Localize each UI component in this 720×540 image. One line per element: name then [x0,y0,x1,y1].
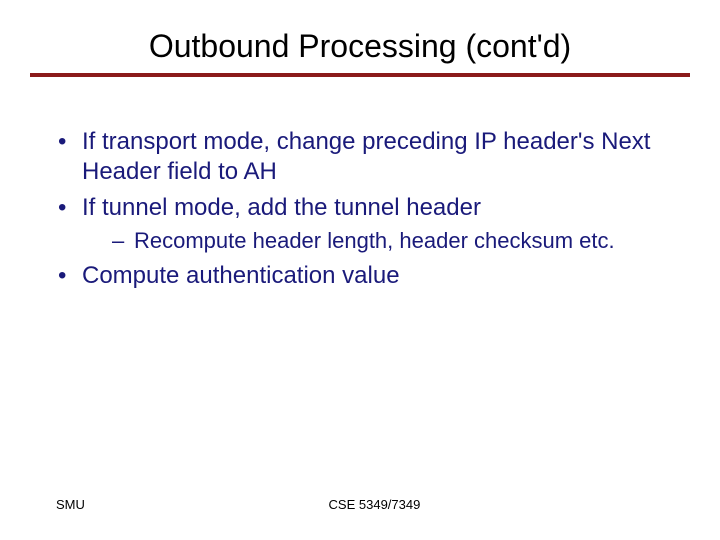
bullet-text: If tunnel mode, add the tunnel header [82,194,481,221]
footer-left: SMU [56,497,85,512]
bullet-text: If transport mode, change preceding IP h… [82,128,650,185]
slide-footer: SMU CSE 5349/7349 [0,497,720,512]
slide-body: If transport mode, change preceding IP h… [0,77,720,291]
bullet-text: Compute authentication value [82,262,400,289]
bullet-item: Compute authentication value [56,261,664,291]
sub-bullet-item: Recompute header length, header checksum… [90,227,664,255]
slide-title: Outbound Processing (cont'd) [40,28,680,71]
bullet-item: If tunnel mode, add the tunnel header Re… [56,193,664,255]
footer-center: CSE 5349/7349 [85,497,664,512]
sub-bullet-text: Recompute header length, header checksum… [134,228,615,253]
bullet-item: If transport mode, change preceding IP h… [56,127,664,187]
